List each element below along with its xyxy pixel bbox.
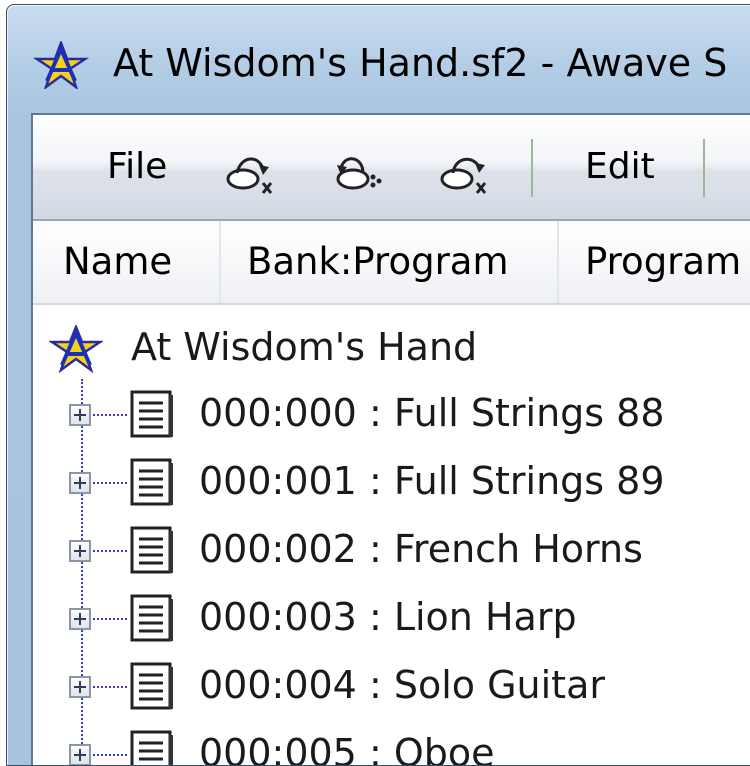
- window-title: At Wisdom's Hand.sf2 - Awave S: [113, 41, 728, 85]
- expand-plus-icon[interactable]: [69, 472, 91, 494]
- preset-label: 000:003 : Lion Harp: [199, 595, 577, 639]
- tree-connector: [93, 754, 127, 756]
- cut-icon[interactable]: [433, 143, 497, 199]
- tree-connector: [81, 379, 83, 765]
- preset-tree: At Wisdom's Hand 000:000 : Full Strings …: [33, 305, 750, 766]
- menu-separator: [703, 139, 705, 197]
- preset-label: 000:005 : Oboe: [199, 731, 495, 766]
- column-header: Name Bank:Program Program: [33, 221, 750, 305]
- tree-connector: [93, 550, 127, 552]
- expand-plus-icon[interactable]: [69, 540, 91, 562]
- expand-plus-icon[interactable]: [69, 676, 91, 698]
- preset-label: 000:001 : Full Strings 89: [199, 459, 665, 503]
- preset-document-icon: [130, 730, 173, 765]
- soundfont-star-icon: [49, 325, 103, 373]
- file-menu[interactable]: File: [107, 141, 167, 193]
- preset-document-icon: [130, 458, 173, 506]
- tree-connector: [93, 618, 127, 620]
- redo-icon[interactable]: [327, 143, 391, 199]
- preset-document-icon: [130, 594, 173, 642]
- undo-icon[interactable]: [219, 143, 283, 199]
- expand-plus-icon[interactable]: [69, 404, 91, 426]
- tree-connector: [93, 482, 127, 484]
- preset-label: 000:002 : French Horns: [199, 527, 643, 571]
- awave-star-icon[interactable]: [33, 41, 89, 89]
- main-panel: File Edit Name Bank:Program Program At W…: [31, 113, 750, 766]
- app-window: At Wisdom's Hand.sf2 - Awave S File Edit…: [6, 4, 750, 766]
- menu-bar: File Edit: [33, 115, 750, 221]
- preset-label: 000:004 : Solo Guitar: [199, 663, 605, 707]
- tree-connector: [93, 686, 127, 688]
- expand-plus-icon[interactable]: [69, 744, 91, 765]
- expand-plus-icon[interactable]: [69, 608, 91, 630]
- edit-menu[interactable]: Edit: [585, 141, 655, 193]
- title-bar[interactable]: At Wisdom's Hand.sf2 - Awave S: [7, 5, 750, 109]
- tree-root-label: At Wisdom's Hand: [131, 325, 478, 369]
- column-name[interactable]: Name: [33, 221, 221, 303]
- column-program[interactable]: Program: [559, 221, 750, 303]
- column-bank-program[interactable]: Bank:Program: [221, 221, 559, 303]
- preset-label: 000:000 : Full Strings 88: [199, 391, 665, 435]
- preset-document-icon: [130, 526, 173, 574]
- preset-document-icon: [130, 662, 173, 710]
- preset-document-icon: [130, 390, 173, 438]
- menu-separator: [531, 139, 533, 197]
- tree-connector: [93, 414, 127, 416]
